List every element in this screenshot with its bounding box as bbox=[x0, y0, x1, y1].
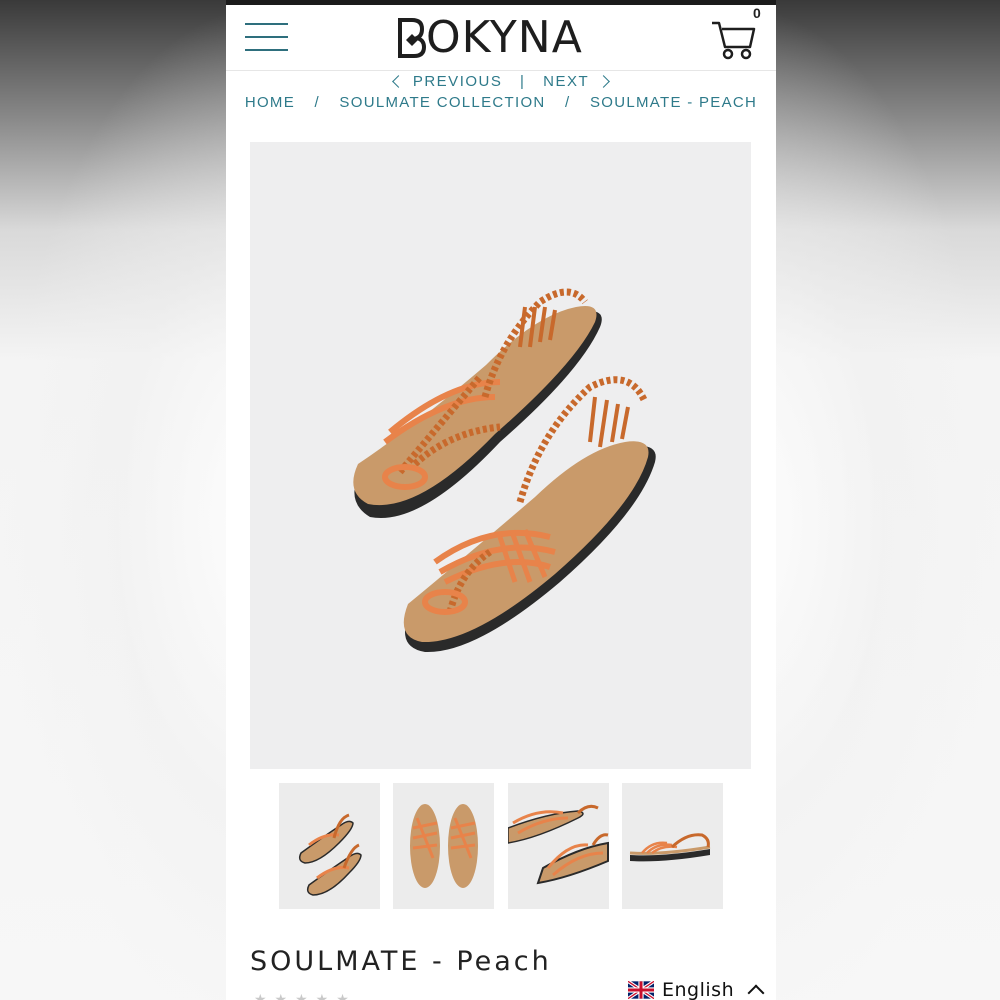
thumbnail-strip bbox=[279, 783, 724, 909]
previous-label: PREVIOUS bbox=[412, 72, 503, 90]
thumbnail-3[interactable] bbox=[507, 783, 609, 909]
chevron-up-icon bbox=[747, 984, 765, 1000]
breadcrumb-collection[interactable]: SOULMATE COLLECTION bbox=[339, 94, 545, 111]
previous-link[interactable]: PREVIOUS bbox=[391, 72, 503, 90]
hamburger-menu-icon[interactable] bbox=[245, 20, 288, 54]
rating-stars[interactable]: ★★★★★ bbox=[254, 992, 357, 1000]
site-header: OKYNA bbox=[226, 5, 776, 71]
breadcrumb: HOME / SOULMATE COLLECTION / SOULMATE - … bbox=[226, 94, 776, 116]
background-right bbox=[776, 0, 1000, 1000]
chevron-left-icon bbox=[391, 74, 405, 88]
product-main-image[interactable] bbox=[250, 142, 751, 769]
brand-name: OKYNA bbox=[426, 12, 583, 63]
next-link[interactable]: NEXT bbox=[543, 72, 611, 90]
breadcrumb-home[interactable]: HOME bbox=[245, 94, 295, 111]
logo-mark-icon bbox=[398, 18, 427, 58]
background-left bbox=[0, 0, 226, 1000]
product-title: SOULMATE - Peach bbox=[250, 946, 552, 977]
breadcrumb-separator: / bbox=[314, 94, 320, 111]
cart-icon[interactable] bbox=[710, 17, 756, 61]
language-label: English bbox=[662, 979, 735, 1000]
sandals-illustration bbox=[353, 288, 656, 653]
thumbnail-image bbox=[298, 813, 362, 896]
pagination-separator: | bbox=[520, 72, 526, 90]
product-pagination: PREVIOUS | NEXT bbox=[226, 72, 776, 94]
brand-logo[interactable]: OKYNA bbox=[396, 13, 606, 63]
thumbnail-4[interactable] bbox=[622, 783, 723, 909]
chevron-right-icon bbox=[597, 74, 611, 88]
language-selector[interactable]: English bbox=[628, 975, 776, 1000]
thumbnail-image bbox=[410, 804, 478, 888]
cart-count-badge: 0 bbox=[753, 5, 761, 21]
uk-flag-icon bbox=[628, 981, 654, 999]
thumbnail-image bbox=[507, 804, 609, 885]
breadcrumb-current[interactable]: SOULMATE - PEACH bbox=[590, 94, 757, 111]
thumbnail-1[interactable] bbox=[279, 783, 380, 909]
next-label: NEXT bbox=[543, 72, 590, 90]
breadcrumb-separator: / bbox=[565, 94, 571, 111]
mobile-page: OKYNA 0 PREVIOUS | NEXT HOME / SOULMATE … bbox=[226, 0, 776, 1000]
thumbnail-image bbox=[629, 833, 711, 862]
thumbnail-2[interactable] bbox=[393, 783, 494, 909]
